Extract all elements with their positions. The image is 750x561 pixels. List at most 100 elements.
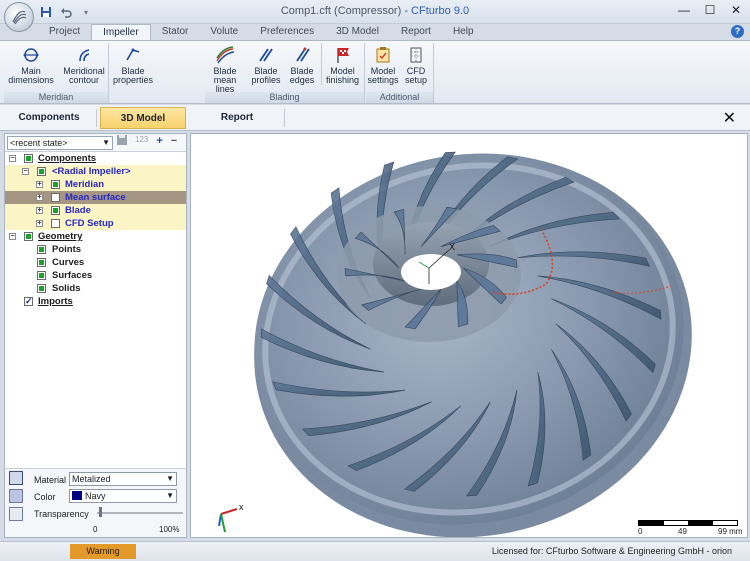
color-swatch [72, 491, 82, 500]
ribbon-tab-strip: Project Impeller Stator Volute Preferenc… [0, 24, 750, 40]
tab-volute[interactable]: Volute [199, 24, 249, 40]
blade-profiles-button[interactable]: Blade profiles [248, 43, 284, 85]
scale-label-49: 49 [678, 527, 687, 536]
scale-label-0: 0 [638, 527, 643, 536]
visibility-checkbox[interactable] [51, 206, 60, 215]
ribbon-group-label: Additional [366, 92, 433, 103]
recent-state-value: <recent state> [10, 138, 68, 148]
collapse-icon[interactable]: − [22, 168, 29, 175]
tab-help[interactable]: Help [442, 24, 485, 40]
tree-item-components[interactable]: − Components [5, 152, 186, 165]
blade-mean-lines-button[interactable]: Blade mean lines [205, 43, 245, 94]
close-view-icon[interactable]: ✕ [723, 108, 736, 128]
view-axis-triad: x [218, 502, 244, 533]
tree-item-points[interactable]: Points [5, 243, 186, 256]
solid-mode-icon[interactable] [9, 489, 23, 503]
3d-viewport[interactable]: X x 0 49 99 mm [190, 133, 748, 538]
window-controls: — ☐ ✕ [676, 3, 744, 17]
model-settings-button[interactable]: Model settings [366, 43, 400, 85]
tree-item-geometry[interactable]: − Geometry [5, 230, 186, 243]
visibility-checkbox[interactable] [24, 154, 33, 163]
visibility-checkbox[interactable] [24, 295, 33, 308]
transparency-slider-thumb[interactable] [99, 507, 102, 517]
maximize-button[interactable]: ☐ [702, 3, 718, 17]
tab-report-view[interactable]: Report [190, 107, 284, 129]
color-select[interactable]: Navy ▼ [69, 489, 177, 503]
blade-properties-icon [111, 43, 155, 67]
expand-icon[interactable]: + [36, 220, 43, 227]
warning-badge[interactable]: Warning [70, 544, 136, 559]
tree-item-curves[interactable]: Curves [5, 256, 186, 269]
visibility-checkbox[interactable] [51, 193, 60, 202]
material-select[interactable]: Metalized ▼ [69, 472, 177, 486]
meridional-contour-button[interactable]: Meridional contour [60, 43, 108, 85]
main-dimensions-icon [6, 43, 56, 67]
visibility-checkbox[interactable] [37, 284, 46, 293]
tab-stator[interactable]: Stator [151, 24, 200, 40]
axis-x-label: x [239, 502, 244, 512]
tree-item-cfd-setup[interactable]: + CFD Setup [5, 217, 186, 230]
tree-item-radial-impeller[interactable]: − <Radial Impeller> [5, 165, 186, 178]
blade-edges-icon [285, 43, 319, 67]
tab-impeller[interactable]: Impeller [91, 24, 151, 40]
tab-separator [284, 109, 285, 127]
blade-edges-button[interactable]: Blade edges [285, 43, 319, 85]
meridional-contour-icon [60, 43, 108, 67]
visibility-checkbox[interactable] [37, 245, 46, 254]
blade-properties-button[interactable]: Blade properties [111, 43, 155, 85]
visibility-checkbox[interactable] [24, 232, 33, 241]
window-title: Comp1.cft (Compressor) - CFturbo 9.0 [280, 5, 470, 17]
state-tools: 123 + − [117, 135, 177, 148]
remove-state-icon[interactable]: − [171, 135, 177, 148]
visibility-checkbox[interactable] [51, 180, 60, 189]
chevron-down-icon: ▼ [102, 138, 110, 147]
model-tree: − Components − <Radial Impeller> + Merid… [5, 152, 186, 308]
visibility-checkbox[interactable] [51, 219, 60, 228]
wireframe-mode-icon[interactable] [9, 507, 23, 521]
minimize-button[interactable]: — [676, 3, 692, 17]
app-menu-button[interactable] [4, 2, 34, 32]
visibility-checkbox[interactable] [37, 167, 46, 176]
collapse-icon[interactable]: − [9, 155, 16, 162]
ribbon-group-label: Blading [205, 92, 364, 103]
tree-item-blade[interactable]: + Blade [5, 204, 186, 217]
model-settings-icon [366, 43, 400, 67]
display-properties-panel: Material Metalized ▼ Color Navy ▼ Transp… [4, 468, 187, 538]
tree-item-surfaces[interactable]: Surfaces [5, 269, 186, 282]
triad-x-label: X [449, 242, 455, 252]
collapse-icon[interactable]: − [9, 233, 16, 240]
tab-preferences[interactable]: Preferences [249, 24, 325, 40]
close-window-button[interactable]: ✕ [728, 3, 744, 17]
tab-3d-model[interactable]: 3D Model [325, 24, 390, 40]
add-state-icon[interactable]: + [156, 135, 162, 148]
tree-item-meridian[interactable]: + Meridian [5, 178, 186, 191]
tab-report[interactable]: Report [390, 24, 442, 40]
numbering-icon[interactable]: 123 [135, 135, 148, 148]
ribbon-group-blade-properties: Blade properties [111, 43, 155, 103]
title-bar: ▾ Comp1.cft (Compressor) - CFturbo 9.0 —… [0, 0, 750, 32]
tab-separator [96, 109, 97, 127]
tab-components[interactable]: Components [4, 107, 94, 129]
status-bar: Warning Licensed for: CFturbo Software &… [0, 541, 750, 561]
model-finishing-button[interactable]: Model finishing [321, 43, 363, 85]
recent-state-select[interactable]: <recent state> ▼ [7, 136, 113, 150]
cfd-setup-button[interactable]: CFD setup [400, 43, 432, 85]
shaded-mode-icon[interactable] [9, 471, 23, 485]
transparency-slider-track[interactable] [97, 512, 183, 514]
visibility-checkbox[interactable] [37, 271, 46, 280]
help-icon[interactable]: ? [731, 25, 744, 38]
tab-project[interactable]: Project [38, 24, 91, 40]
scale-bar: 0 49 99 mm [638, 520, 747, 536]
tree-item-mean-surface[interactable]: + Mean surface [5, 191, 186, 204]
expand-icon[interactable]: + [36, 181, 43, 188]
expand-icon[interactable]: + [36, 194, 43, 201]
tree-item-solids[interactable]: Solids [5, 282, 186, 295]
visibility-checkbox[interactable] [37, 258, 46, 267]
save-state-icon[interactable] [117, 135, 127, 148]
expand-icon[interactable]: + [36, 207, 43, 214]
main-dimensions-button[interactable]: Main dimensions [6, 43, 56, 85]
impeller-3d-model: X x [218, 151, 692, 537]
tab-3d-model-view[interactable]: 3D Model [100, 107, 186, 129]
tree-item-imports[interactable]: Imports [5, 295, 186, 308]
cfd-setup-icon [400, 43, 432, 67]
